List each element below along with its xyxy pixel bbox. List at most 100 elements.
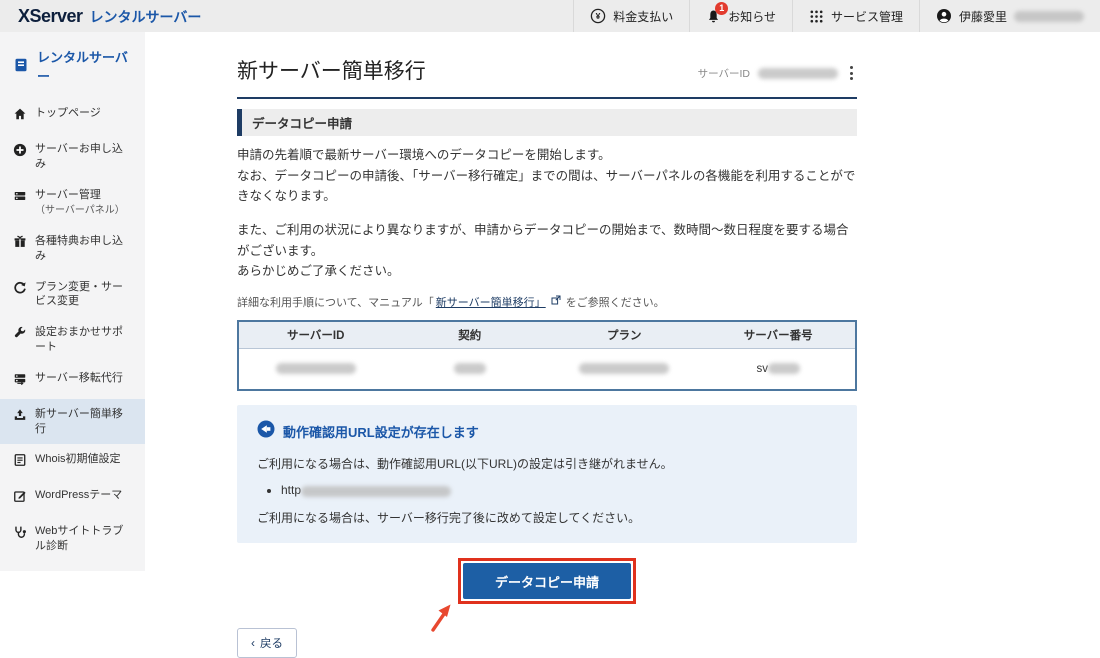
stethoscope-icon — [13, 524, 27, 544]
main-area: 新サーバー簡単移行 サーバーID データコピー申請 申請の先着順で最新サーバー環… — [145, 32, 1100, 658]
sidebar-item-server-apply[interactable]: サーバーお申し込み — [0, 134, 145, 180]
sidebar-item-label: Whois初期値設定 — [35, 453, 121, 466]
sidebar-item-server-management[interactable]: サーバー管理 （サーバーパネル） — [0, 180, 145, 226]
nav-account[interactable]: 伊藤愛里 — [918, 0, 1100, 32]
sidebar-item-plan-change[interactable]: プラン変更・サービス変更 — [0, 272, 145, 318]
chevron-left-icon: ‹ — [251, 636, 255, 651]
intro-line-1: 申請の先着順で最新サーバー環境へのデータコピーを開始します。 — [237, 148, 611, 162]
redacted-account-id — [1014, 10, 1084, 22]
sidebar-item-label: 新サーバー簡単移行 — [35, 407, 123, 435]
annotation-highlight-box: データコピー申請 — [431, 558, 636, 632]
server-id-label: サーバーID — [697, 67, 750, 80]
redacted-contract-value — [453, 363, 486, 375]
notice-url-item: http — [281, 483, 837, 497]
nav-notifications[interactable]: 1 お知らせ — [689, 0, 792, 32]
notice-title: 動作確認用URL設定が存在します — [283, 425, 479, 441]
redacted-server-id — [758, 67, 838, 79]
nav-notifications-label: お知らせ — [728, 9, 776, 24]
notice-url-list: http — [281, 483, 837, 497]
url-prefix: http — [281, 483, 302, 498]
plus-circle-icon — [13, 142, 27, 162]
col-plan: プラン — [547, 320, 702, 349]
intro-line-2: なお、データコピーの申請後、「サーバー移行確定」までの間は、サーバーパネルの各機… — [237, 168, 856, 204]
nav-payment[interactable]: ¥ 料金支払い — [573, 0, 689, 32]
redacted-server-number-value — [768, 363, 800, 375]
table-header-row: サーバーID 契約 プラン サーバー番号 — [238, 320, 856, 349]
caution-line-1: また、ご利用の状況により異なりますが、申請からデータコピーの開始まで、数時間〜数… — [237, 222, 849, 258]
sidebar-item-trouble-diagnosis[interactable]: Webサイトトラブル診断 — [0, 516, 145, 562]
table-row: sv — [238, 348, 856, 391]
sidebar-item-label: トップページ — [35, 107, 101, 119]
external-link-icon[interactable] — [551, 295, 561, 308]
sidebar-title-rental-server[interactable]: レンタルサーバー — [0, 32, 145, 98]
page-title: 新サーバー簡単移行 — [237, 60, 426, 83]
notice-header: 動作確認用URL設定が存在します — [257, 420, 837, 443]
cell-contract — [392, 348, 547, 391]
sidebar-item-sublabel: （サーバーパネル） — [35, 205, 125, 217]
sidebar-item-label: Webサイトトラブル診断 — [35, 525, 124, 552]
back-button[interactable]: ‹ 戻る — [237, 628, 297, 658]
home-icon — [13, 106, 27, 126]
manual-note-prefix: 詳細な利用手順について、マニュアル「 — [237, 296, 434, 309]
url-notice-box: 動作確認用URL設定が存在します ご利用になる場合は、動作確認用URL(以下UR… — [237, 405, 857, 544]
sidebar-item-new-server-migration[interactable]: 新サーバー簡単移行 — [0, 398, 145, 445]
bell-icon: 1 — [706, 1, 729, 24]
kebab-menu-icon[interactable] — [846, 64, 857, 82]
col-server-id: サーバーID — [238, 320, 393, 349]
sidebar-item-server-transfer[interactable]: サーバー移転代行 — [0, 363, 145, 399]
nav-account-name: 伊藤愛里 — [958, 9, 1007, 24]
megaphone-icon — [257, 420, 275, 443]
redacted-url — [301, 485, 452, 497]
top-header: XServer レンタルサーバー ¥ 料金支払い 1 お知らせ サービス管理 伊… — [0, 0, 1100, 32]
redacted-plan-value — [579, 363, 670, 375]
logo-text-secondary: レンタルサーバー — [89, 8, 202, 25]
nav-service-management-label: サービス管理 — [830, 9, 903, 24]
manual-link[interactable]: 新サーバー簡単移行」 — [436, 294, 546, 310]
sidebar-item-label: 各種特典お申し込み — [35, 234, 123, 262]
gift-icon — [13, 234, 27, 254]
nav-payment-label: 料金支払い — [613, 9, 674, 24]
cell-plan — [547, 348, 702, 391]
manual-note-suffix: をご参照ください。 — [565, 296, 665, 309]
wrench-icon — [13, 325, 27, 345]
sidebar-item-label: サーバーお申し込み — [35, 142, 123, 170]
sidebar-item-label: プラン変更・サービス変更 — [35, 280, 123, 308]
server-move-icon — [13, 371, 27, 391]
col-server-number: サーバー番号 — [701, 320, 856, 349]
sidebar-item-label: サーバー移転代行 — [35, 371, 123, 384]
page-title-row: 新サーバー簡単移行 サーバーID — [237, 55, 857, 99]
sidebar-item-benefits[interactable]: 各種特典お申し込み — [0, 226, 145, 272]
server-id-meta: サーバーID — [698, 64, 857, 85]
redacted-server-id-value — [275, 363, 356, 375]
nav-service-management[interactable]: サービス管理 — [791, 0, 919, 32]
top-nav: ¥ 料金支払い 1 お知らせ サービス管理 伊藤愛里 — [573, 0, 1100, 32]
compose-icon — [13, 488, 27, 508]
data-copy-submit-button[interactable]: データコピー申請 — [463, 563, 631, 600]
sidebar-item-top-page[interactable]: トップページ — [0, 98, 145, 134]
grid-icon — [809, 9, 824, 24]
sidebar: レンタルサーバー トップページ サーバーお申し込み サーバー管理 （サーバーパネ… — [0, 32, 145, 571]
user-icon — [936, 8, 952, 24]
sidebar-item-setup-support[interactable]: 設定おまかせサポート — [0, 317, 145, 363]
cell-server-number: sv — [701, 348, 856, 391]
notice-line-2: ご利用になる場合は、サーバー移行完了後に改めて設定してください。 — [257, 511, 641, 526]
section-header: データコピー申請 — [237, 109, 857, 136]
submit-area: データコピー申請 — [237, 558, 857, 632]
sidebar-title-label: レンタルサーバー — [37, 50, 128, 84]
server-number-prefix: sv — [756, 363, 769, 375]
sidebar-item-label: WordPressテーマ — [35, 489, 123, 502]
upload-icon — [13, 407, 27, 427]
svg-text:¥: ¥ — [596, 11, 601, 21]
col-contract: 契約 — [392, 320, 547, 349]
manual-note: 詳細な利用手順について、マニュアル「 新サーバー簡単移行」 をご参照ください。 — [237, 294, 857, 310]
xserver-logo[interactable]: XServer レンタルサーバー — [0, 6, 201, 27]
sidebar-item-wordpress-theme[interactable]: WordPressテーマ — [0, 480, 145, 516]
document-icon — [13, 452, 27, 472]
yen-circle-icon: ¥ — [590, 8, 606, 24]
cell-server-id — [238, 348, 393, 391]
sidebar-item-label: 設定おまかせサポート — [35, 326, 123, 354]
sidebar-item-whois[interactable]: Whois初期値設定 — [0, 444, 145, 480]
rental-server-icon — [13, 57, 29, 76]
back-row: ‹ 戻る — [237, 628, 857, 658]
server-info-table: サーバーID 契約 プラン サーバー番号 sv — [237, 319, 857, 392]
